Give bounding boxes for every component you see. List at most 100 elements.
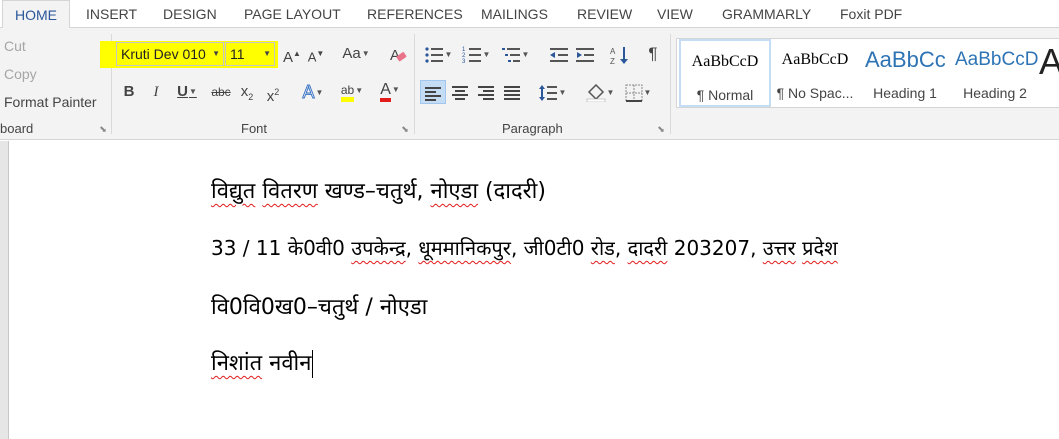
misspelled-word[interactable]: प्रदेश: [802, 236, 838, 260]
paragraph-launcher-icon[interactable]: ⬊: [656, 125, 666, 135]
text-effects-icon: A: [302, 82, 315, 103]
style-sample: AaBbCcD: [781, 51, 849, 68]
styles-gallery: AaBbCcD ¶ Normal AaBbCcD ¶ No Spac... Aa…: [676, 38, 1059, 108]
tab-review[interactable]: REVIEW: [577, 0, 632, 28]
text-run: 33 / 11 के0वी0: [211, 236, 352, 260]
text-highlight-button[interactable]: ab▼: [334, 78, 370, 102]
shading-button[interactable]: ▼: [582, 80, 618, 104]
text-run: ,: [405, 236, 419, 260]
numbering-button[interactable]: 1 2 3 ▼: [458, 42, 494, 66]
document-line-1[interactable]: विद्युत वितरण खण्ड–चतुर्थ, नोएडा (दादरी): [211, 175, 546, 205]
document-canvas: विद्युत वितरण खण्ड–चतुर्थ, नोएडा (दादरी)…: [0, 141, 1059, 439]
underline-icon: U: [177, 83, 188, 100]
subscript-button[interactable]: x2: [236, 80, 258, 104]
tab-view[interactable]: VIEW: [657, 0, 693, 28]
cut-button[interactable]: Cut: [4, 38, 26, 54]
misspelled-word[interactable]: वितरण: [262, 179, 317, 204]
clipboard-group-label: board: [0, 121, 34, 136]
decrease-indent-icon: [550, 47, 568, 62]
align-left-icon: [425, 86, 441, 101]
font-name-value: Kruti Dev 010: [121, 46, 206, 62]
paint-bucket-icon: [586, 83, 605, 102]
clear-formatting-button[interactable]: A: [386, 42, 410, 66]
shrink-font-button[interactable]: A▼: [306, 42, 326, 66]
line-spacing-icon: [538, 84, 557, 101]
style-name: Heading 1: [873, 85, 937, 101]
text-cursor: [312, 350, 314, 378]
justify-button[interactable]: [499, 80, 525, 104]
strikethrough-button[interactable]: abc: [208, 80, 234, 104]
font-size-select[interactable]: 11 ▼: [225, 42, 275, 66]
highlighter-icon: ab: [340, 83, 355, 102]
bullets-button[interactable]: ▼: [420, 42, 456, 66]
font-color-button[interactable]: A▼: [372, 78, 408, 103]
chevron-down-icon: ▼: [263, 49, 271, 58]
align-center-icon: [452, 85, 468, 100]
document-page[interactable]: विद्युत वितरण खण्ड–चतुर्थ, नोएडा (दादरी)…: [8, 141, 1059, 439]
misspelled-word[interactable]: रोड: [591, 236, 615, 260]
align-center-button[interactable]: [447, 80, 473, 104]
misspelled-word[interactable]: विद्युत: [211, 179, 255, 204]
borders-button[interactable]: ▼: [620, 80, 656, 104]
style-heading-1[interactable]: AaBbCc Heading 1: [859, 39, 951, 107]
tab-mailings[interactable]: MAILINGS: [481, 0, 548, 28]
tab-insert[interactable]: INSERT: [86, 0, 137, 28]
document-line-4[interactable]: निशांत नवीन: [211, 347, 314, 378]
ribbon-tab-bar: HOME INSERT DESIGN PAGE LAYOUT REFERENCE…: [0, 0, 1059, 29]
tab-foxit-pdf[interactable]: Foxit PDF: [840, 0, 902, 28]
numbered-list-icon: 1 2 3: [462, 47, 481, 65]
style-sample: AaBbCcD: [955, 49, 1039, 70]
style-title-partial[interactable]: A: [1039, 41, 1059, 83]
tab-references[interactable]: REFERENCES: [367, 0, 463, 28]
misspelled-word[interactable]: उपकेन्द्र: [351, 236, 405, 260]
svg-text:3: 3: [462, 59, 466, 64]
font-size-value: 11: [230, 46, 245, 62]
text-effects-button[interactable]: A▼: [296, 80, 330, 104]
sort-icon: A Z: [610, 46, 628, 66]
format-painter-button[interactable]: Format Painter: [4, 94, 97, 110]
ribbon: Cut Copy Format Painter board ⬊ Kruti De…: [0, 28, 1059, 140]
change-case-button[interactable]: Aa▼: [338, 42, 374, 66]
text-run: वि0वि0ख0–चतुर्थ / नोएडा: [211, 295, 428, 320]
bold-button[interactable]: B: [118, 80, 140, 104]
line-spacing-button[interactable]: ▼: [534, 80, 570, 104]
svg-text:Z: Z: [610, 57, 615, 65]
tab-home[interactable]: HOME: [2, 0, 70, 29]
style-no-spacing[interactable]: AaBbCcD ¶ No Spac...: [769, 39, 861, 107]
align-left-button[interactable]: [420, 80, 446, 104]
misspelled-word[interactable]: धूममानिकपुर: [418, 236, 511, 260]
tab-grammarly[interactable]: GRAMMARLY: [722, 0, 811, 28]
text-run: , जी0टी0: [510, 236, 591, 260]
misspelled-word[interactable]: उत्तर: [763, 236, 796, 260]
increase-indent-button[interactable]: [574, 42, 596, 66]
misspelled-word[interactable]: दादरी: [628, 236, 668, 260]
font-name-select[interactable]: Kruti Dev 010 ▼: [116, 42, 224, 66]
show-formatting-marks-button[interactable]: ¶: [642, 42, 664, 66]
misspelled-word[interactable]: नोएडा: [430, 179, 478, 204]
copy-button[interactable]: Copy: [4, 66, 37, 82]
tab-page-layout[interactable]: PAGE LAYOUT: [244, 0, 341, 28]
misspelled-word[interactable]: निशांत: [211, 351, 262, 376]
multilevel-list-button[interactable]: ▼: [497, 42, 533, 66]
change-case-icon: Aa: [342, 45, 361, 62]
grow-font-button[interactable]: A▲: [282, 42, 302, 66]
superscript-button[interactable]: x2: [262, 80, 284, 105]
italic-button[interactable]: I: [145, 80, 167, 104]
clipboard-launcher-icon[interactable]: ⬊: [98, 125, 108, 135]
style-name: ¶ No Spac...: [776, 85, 854, 101]
multilevel-list-icon: [501, 47, 520, 62]
document-line-3[interactable]: वि0वि0ख0–चतुर्थ / नोएडा: [211, 291, 427, 321]
align-right-button[interactable]: [473, 80, 499, 104]
style-heading-2[interactable]: AaBbCcD Heading 2: [949, 39, 1041, 107]
sort-button[interactable]: A Z: [608, 42, 630, 66]
text-run: खण्ड–चतुर्थ,: [317, 179, 431, 204]
style-normal[interactable]: AaBbCcD ¶ Normal: [679, 39, 771, 107]
font-launcher-icon[interactable]: ⬊: [400, 125, 410, 135]
grow-font-icon: A: [283, 49, 294, 66]
document-line-2[interactable]: 33 / 11 के0वी0 उपकेन्द्र, धूममानिकपुर, ज…: [211, 234, 838, 261]
font-color-icon: A: [380, 82, 391, 103]
tab-design[interactable]: DESIGN: [163, 0, 217, 28]
underline-button[interactable]: U▼: [170, 80, 204, 104]
decrease-indent-button[interactable]: [548, 42, 570, 66]
style-sample: AaBbCcD: [691, 53, 759, 70]
